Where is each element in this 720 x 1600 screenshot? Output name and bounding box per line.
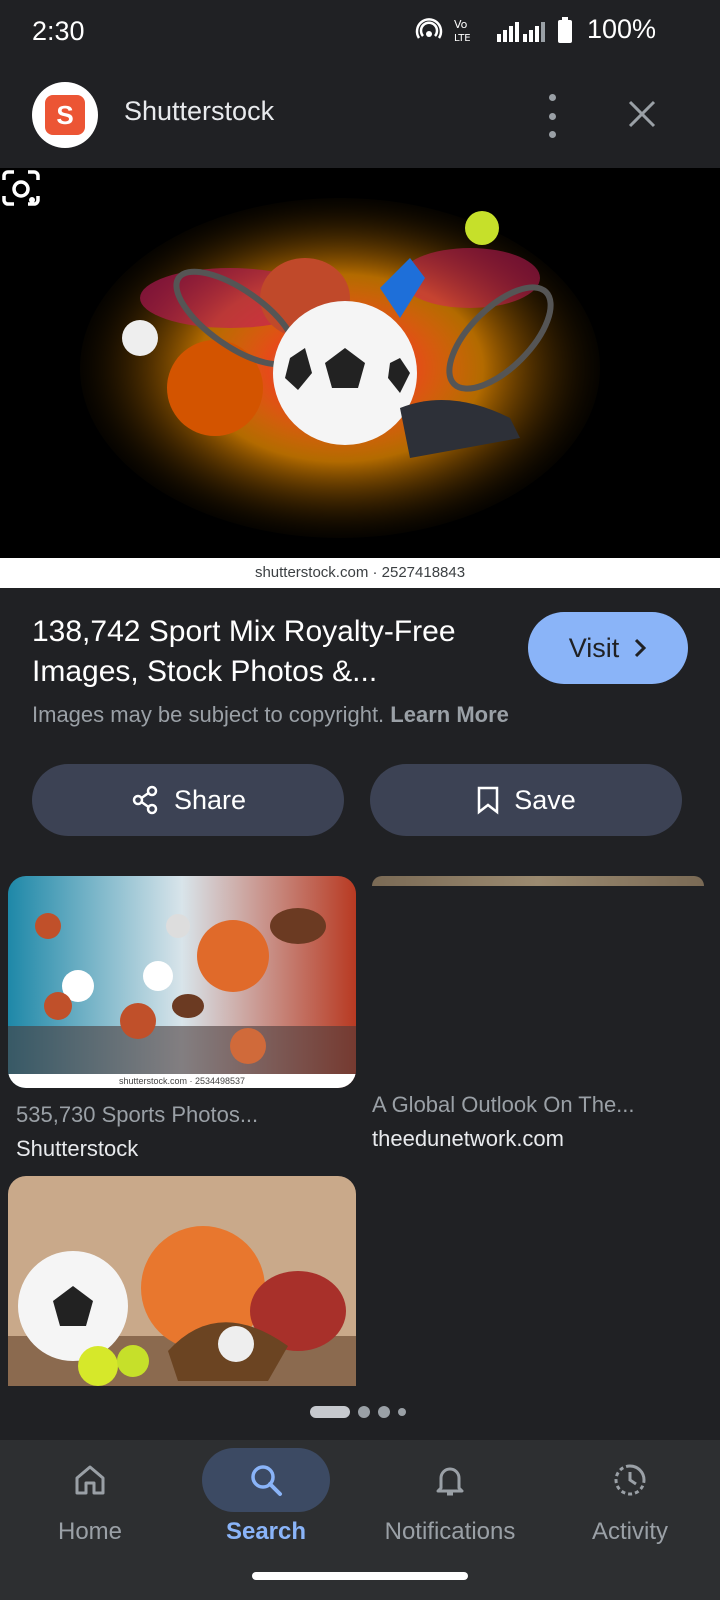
status-bar: 2:30 Vo LTE 100% — [0, 0, 720, 66]
status-time: 2:30 — [32, 16, 85, 46]
nav-activity[interactable]: Activity — [540, 1440, 720, 1560]
visit-button[interactable]: Visit — [528, 612, 688, 684]
nav-search-label: Search — [225, 1518, 307, 1545]
bookmark-icon — [477, 786, 499, 815]
close-icon[interactable] — [620, 92, 664, 136]
svg-text:Vo: Vo — [454, 18, 468, 31]
copyright-text: Images may be subject to copyright. — [32, 702, 385, 727]
share-label: Share — [173, 784, 247, 815]
status-icons: Vo LTE 100% — [415, 14, 656, 45]
related-source: Shutterstock — [16, 1136, 139, 1161]
preview-image[interactable] — [0, 168, 720, 560]
save-label: Save — [514, 784, 576, 815]
pager-indicator — [310, 1406, 406, 1418]
chevron-right-icon — [635, 638, 647, 658]
related-image[interactable] — [372, 876, 704, 886]
learn-more-link[interactable]: Learn More — [390, 702, 509, 727]
image-credit: shutterstock.com · 2527418843 — [0, 558, 720, 588]
battery-level: 100% — [586, 14, 656, 44]
nav-notifications-label: Notifications — [384, 1518, 516, 1545]
nav-search[interactable]: Search — [176, 1440, 356, 1560]
save-button[interactable]: Save — [370, 764, 682, 836]
nav-activity-label: Activity — [591, 1518, 668, 1545]
hotspot-icon — [415, 17, 443, 39]
bell-icon — [436, 1467, 464, 1496]
copyright-notice: Images may be subject to copyright. Lear… — [32, 702, 509, 728]
shutterstock-logo-icon: S — [45, 95, 85, 135]
google-lens-icon[interactable] — [0, 168, 42, 208]
svg-text:LTE: LTE — [454, 33, 471, 44]
related-source: theedunetwork.com — [372, 1126, 564, 1151]
share-button[interactable]: Share — [32, 764, 344, 836]
related-title[interactable]: 535,730 Sports Photos... — [16, 1102, 258, 1128]
search-icon — [251, 1465, 282, 1496]
related-image[interactable] — [8, 1176, 356, 1386]
result-title[interactable]: 138,742 Sport Mix Royalty-Free Images, S… — [32, 612, 502, 692]
share-icon — [132, 785, 158, 815]
home-indicator[interactable] — [252, 1572, 468, 1580]
signal-icon — [496, 21, 545, 42]
site-logo[interactable]: S — [32, 82, 98, 148]
battery-icon — [557, 16, 572, 43]
bottom-navigation: Home Search Notifications Activity — [0, 1440, 720, 1600]
visit-label: Visit — [568, 632, 620, 663]
image-viewer-header: S Shutterstock — [0, 66, 720, 166]
related-title[interactable]: A Global Outlook On The... — [372, 1092, 635, 1118]
nav-home[interactable]: Home — [0, 1440, 180, 1560]
related-image-credit: shutterstock.com · 2534498537 — [8, 1074, 356, 1088]
activity-history-icon — [614, 1464, 646, 1496]
volte-icon: Vo LTE — [454, 18, 471, 44]
related-image[interactable]: shutterstock.com · 2534498537 — [8, 876, 356, 1088]
nav-home-label: Home — [57, 1518, 123, 1545]
home-icon — [75, 1465, 105, 1495]
site-name[interactable]: Shutterstock — [124, 96, 274, 127]
more-options-icon[interactable] — [532, 94, 572, 138]
nav-notifications[interactable]: Notifications — [360, 1440, 540, 1560]
